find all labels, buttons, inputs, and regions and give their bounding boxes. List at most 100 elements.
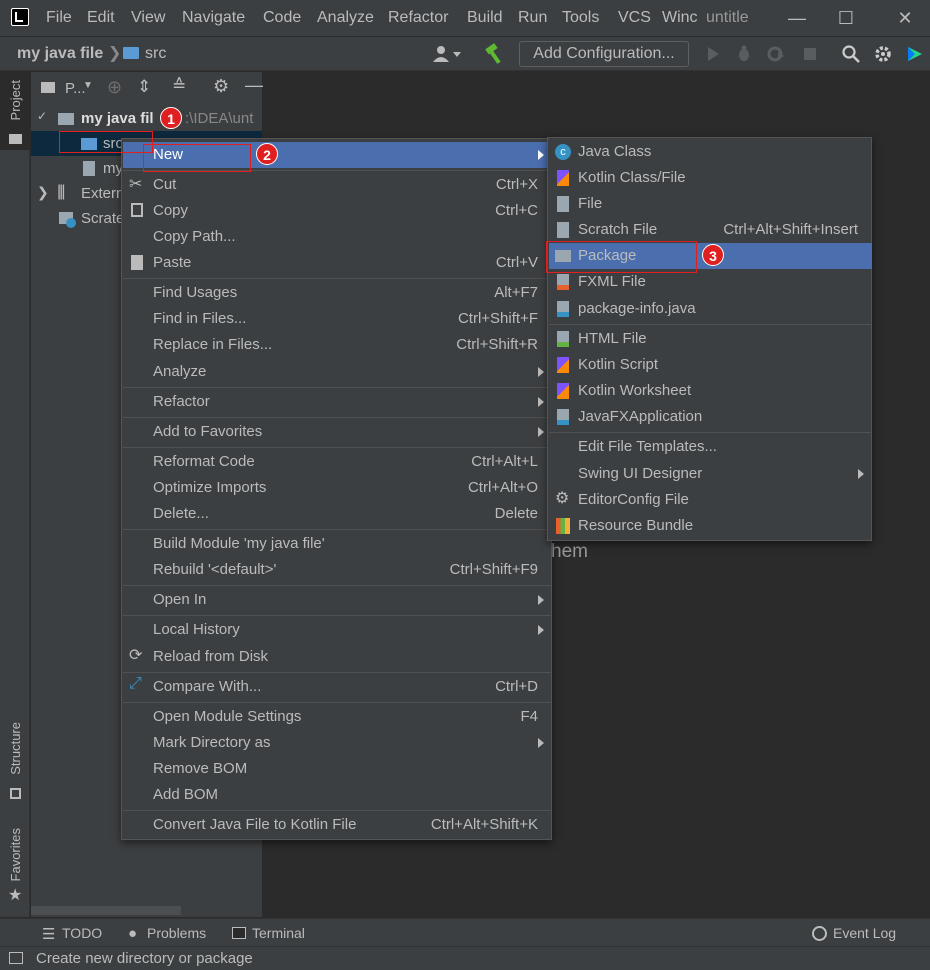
- jetbrains-icon[interactable]: [905, 44, 925, 64]
- tool-tab-event-log[interactable]: Event Log: [833, 925, 896, 941]
- submenu-item-kotlin-class[interactable]: Kotlin Class/File: [549, 165, 872, 191]
- menu-item-convert-java-to-kotlin[interactable]: Convert Java File to Kotlin File Ctrl+Al…: [123, 812, 552, 838]
- structure-tab[interactable]: Structure: [8, 722, 23, 775]
- submenu-item-java-class[interactable]: c Java Class: [549, 139, 872, 165]
- gear-icon[interactable]: ⚙: [213, 76, 229, 97]
- collapse-all-icon[interactable]: ≙: [172, 76, 186, 96]
- run-icon[interactable]: [703, 44, 723, 64]
- menu-item-delete[interactable]: Delete... Delete: [123, 501, 552, 527]
- submenu-item-edit-file-templates[interactable]: Edit File Templates...: [549, 434, 872, 460]
- menu-item-find-in-files[interactable]: Find in Files... Ctrl+Shift+F: [123, 306, 552, 332]
- menu-item-copy-path-label: Copy Path...: [153, 228, 236, 245]
- menu-item-open-module-settings[interactable]: Open Module Settings F4: [123, 704, 552, 730]
- star-icon: ★: [8, 887, 23, 904]
- favorites-tab[interactable]: Favorites: [8, 828, 23, 881]
- submenu-item-kotlin-worksheet[interactable]: Kotlin Worksheet: [549, 378, 872, 404]
- menu-item-optimize-imports[interactable]: Optimize Imports Ctrl+Alt+O: [123, 475, 552, 501]
- breadcrumb-src[interactable]: src: [145, 45, 166, 63]
- submenu-item-package-info[interactable]: package-info.java: [549, 296, 872, 322]
- gear-icon[interactable]: [873, 44, 893, 64]
- chevron-right-icon[interactable]: ❯: [37, 184, 49, 201]
- coverage-icon[interactable]: [766, 44, 786, 64]
- maximize-icon[interactable]: ☐: [834, 6, 858, 30]
- tree-root-project[interactable]: ✓ my java fil :\IDEA\unt: [31, 106, 262, 131]
- stop-icon[interactable]: [800, 44, 820, 64]
- tree-root-label[interactable]: my java fil: [81, 110, 154, 127]
- menu-item-find-usages[interactable]: Find Usages Alt+F7: [123, 280, 552, 306]
- menu-item-copy-label: Copy: [153, 202, 189, 219]
- menu-item-refactor[interactable]: Refactor: [123, 389, 552, 415]
- menu-item-remove-bom[interactable]: Remove BOM: [123, 756, 552, 782]
- menu-item-copy-path[interactable]: Copy Path...: [123, 224, 552, 250]
- menu-build[interactable]: Build: [467, 9, 503, 27]
- locate-icon[interactable]: ⊕: [107, 77, 122, 98]
- menu-item-analyze[interactable]: Analyze: [123, 359, 552, 385]
- menu-item-reload-from-disk[interactable]: ⟳ Reload from Disk: [123, 644, 552, 670]
- submenu-item-resource-bundle[interactable]: Resource Bundle: [549, 513, 872, 539]
- submenu-item-editorconfig-file[interactable]: ⚙ EditorConfig File: [549, 487, 872, 513]
- tree-item-scratches-label[interactable]: Scrate: [81, 210, 124, 227]
- menu-vcs[interactable]: VCS: [618, 9, 651, 27]
- status-message: Create new directory or package: [36, 950, 253, 967]
- submenu-item-javafx-application-label: JavaFXApplication: [578, 408, 703, 425]
- menu-item-rebuild[interactable]: Rebuild '<default>' Ctrl+Shift+F9: [123, 557, 552, 583]
- menu-item-local-history[interactable]: Local History: [123, 617, 552, 643]
- terminal-icon: [232, 927, 246, 939]
- project-tab-active[interactable]: Project: [0, 72, 30, 150]
- close-icon[interactable]: ✕: [893, 6, 917, 30]
- submenu-item-swing-ui-designer[interactable]: Swing UI Designer: [549, 461, 872, 487]
- menu-item-reformat-code[interactable]: Reformat Code Ctrl+Alt+L: [123, 449, 552, 475]
- scissors-icon: ✂: [129, 176, 143, 193]
- submenu-item-scratch-file[interactable]: Scratch File Ctrl+Alt+Shift+Insert: [549, 217, 872, 243]
- add-configuration-button[interactable]: Add Configuration...: [519, 41, 689, 67]
- menu-code[interactable]: Code: [263, 9, 301, 27]
- hide-icon[interactable]: —: [245, 75, 263, 96]
- status-bar: Create new directory or package: [0, 946, 930, 970]
- submenu-item-javafx-application[interactable]: JavaFXApplication: [549, 404, 872, 430]
- menu-item-add-bom[interactable]: Add BOM: [123, 782, 552, 808]
- chevron-down-icon[interactable]: ✓: [37, 109, 47, 123]
- hammer-icon[interactable]: [483, 43, 505, 65]
- menu-item-optimize-imports-label: Optimize Imports: [153, 479, 267, 496]
- submenu-item-kotlin-script[interactable]: Kotlin Script: [549, 352, 872, 378]
- tree-item-iml-label[interactable]: my: [103, 160, 123, 177]
- project-tab-label[interactable]: Project: [8, 80, 23, 120]
- minimize-icon[interactable]: —: [785, 6, 809, 30]
- tool-tab-todo[interactable]: TODO: [62, 925, 102, 941]
- menu-run[interactable]: Run: [518, 9, 547, 27]
- menu-item-cut[interactable]: ✂ Cut Ctrl+X: [123, 172, 552, 198]
- submenu-item-file[interactable]: File: [549, 191, 872, 217]
- menu-view[interactable]: View: [131, 9, 165, 27]
- menu-item-copy[interactable]: Copy Ctrl+C: [123, 198, 552, 224]
- menu-file[interactable]: File: [46, 9, 72, 27]
- folder-icon: [9, 134, 22, 144]
- tool-windows-icon[interactable]: [9, 952, 23, 964]
- horizontal-scrollbar[interactable]: [31, 906, 181, 915]
- submenu-item-html-file[interactable]: HTML File: [549, 326, 872, 352]
- menu-item-add-to-favorites[interactable]: Add to Favorites: [123, 419, 552, 445]
- menu-tools[interactable]: Tools: [562, 9, 599, 27]
- menu-navigate[interactable]: Navigate: [182, 9, 245, 27]
- shortcut-scratch-file: Ctrl+Alt+Shift+Insert: [723, 221, 858, 238]
- search-icon[interactable]: [841, 44, 861, 64]
- menu-item-compare-with[interactable]: ⤢ Compare With... Ctrl+D: [123, 674, 552, 700]
- breadcrumb-project[interactable]: my java file: [17, 45, 103, 63]
- expand-all-icon[interactable]: ⇕: [137, 77, 151, 97]
- debug-icon[interactable]: [734, 44, 754, 64]
- tool-tab-problems[interactable]: Problems: [147, 925, 206, 941]
- chevron-down-icon[interactable]: ▼: [83, 80, 93, 91]
- menu-window[interactable]: Winc: [662, 9, 698, 27]
- tool-tab-terminal[interactable]: Terminal: [252, 925, 305, 941]
- menu-item-open-in[interactable]: Open In: [123, 587, 552, 613]
- menu-item-mark-directory-as[interactable]: Mark Directory as: [123, 730, 552, 756]
- menu-refactor[interactable]: Refactor: [388, 9, 448, 27]
- menu-item-remove-bom-label: Remove BOM: [153, 760, 248, 777]
- menu-item-build-module[interactable]: Build Module 'my java file': [123, 531, 552, 557]
- menu-edit[interactable]: Edit: [87, 9, 115, 27]
- window-title: untitle: [706, 9, 749, 26]
- menu-item-replace-in-files[interactable]: Replace in Files... Ctrl+Shift+R: [123, 332, 552, 358]
- menu-item-paste[interactable]: Paste Ctrl+V: [123, 250, 552, 276]
- menu-analyze[interactable]: Analyze: [317, 9, 374, 27]
- user-icon[interactable]: [432, 45, 462, 63]
- tree-item-external-label[interactable]: Extern: [81, 185, 124, 202]
